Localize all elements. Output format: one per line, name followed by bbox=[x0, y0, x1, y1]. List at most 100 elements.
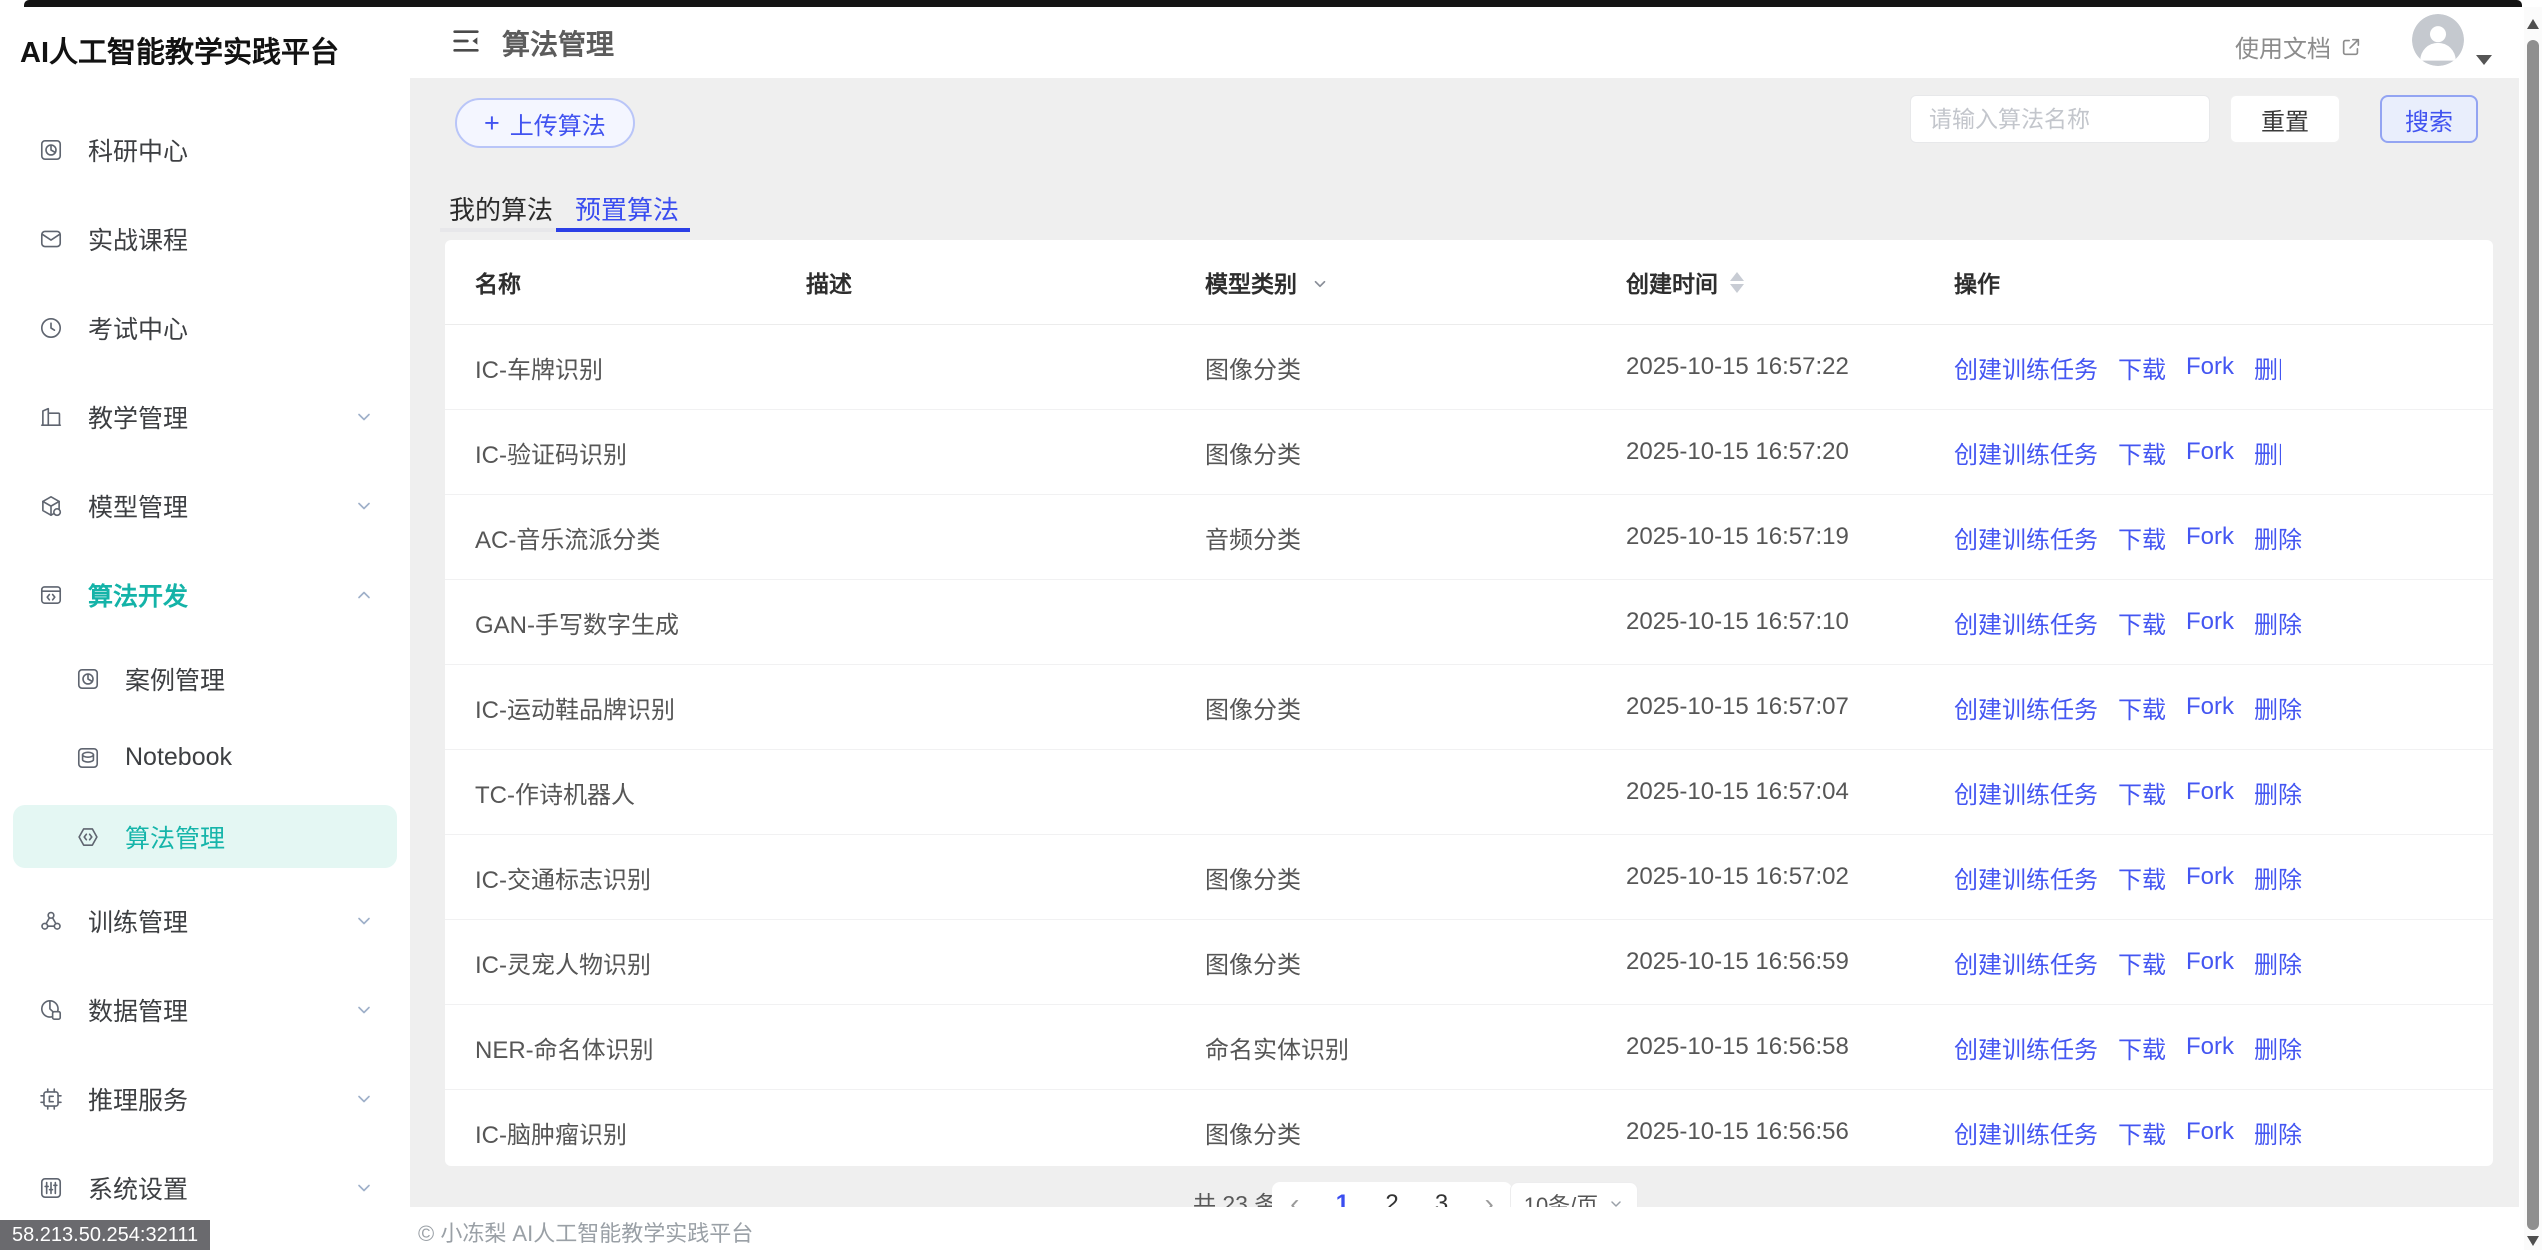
scroll-up-arrow[interactable] bbox=[2527, 19, 2539, 29]
next-page-button[interactable]: › bbox=[1485, 1188, 1494, 1207]
main-content: + 上传算法 重置 搜索 我的算法 预置算法 名称 描述 模型类别 创建时间 操… bbox=[410, 78, 2519, 1207]
create-training-task-link[interactable]: 创建训练任务 bbox=[1954, 690, 2098, 725]
sidebar-item-system-settings[interactable]: 系统设置 bbox=[0, 1143, 410, 1232]
prev-page-button[interactable]: ‹ bbox=[1290, 1188, 1299, 1207]
sidebar-item-model-management[interactable]: 模型管理 bbox=[0, 461, 410, 550]
create-training-task-link[interactable]: 创建训练任务 bbox=[1954, 1115, 2098, 1150]
download-link[interactable]: 下载 bbox=[2118, 690, 2166, 725]
fork-link[interactable]: Fork bbox=[2186, 1118, 2234, 1146]
chevron-down-icon bbox=[354, 1178, 374, 1198]
fork-link[interactable]: Fork bbox=[2186, 863, 2234, 891]
algorithm-category: 图像分类 bbox=[1205, 665, 1301, 749]
download-link[interactable]: 下载 bbox=[2118, 350, 2166, 385]
create-training-task-link[interactable]: 创建训练任务 bbox=[1954, 520, 2098, 555]
user-avatar[interactable] bbox=[2412, 14, 2464, 66]
delete-link[interactable]: 删除 bbox=[2254, 690, 2302, 725]
row-actions: 创建训练任务 下载 Fork 删除 bbox=[1954, 410, 2281, 494]
create-training-task-link[interactable]: 创建训练任务 bbox=[1954, 435, 2098, 470]
fork-link[interactable]: Fork bbox=[2186, 778, 2234, 806]
delete-link[interactable]: 删除 bbox=[2254, 775, 2302, 810]
algorithm-category: 图像分类 bbox=[1205, 920, 1301, 1004]
algorithm-name: IC-交通标志识别 bbox=[475, 835, 651, 919]
tab-my-algorithms[interactable]: 我的算法 bbox=[449, 190, 553, 227]
delete-link[interactable]: 删除 bbox=[2254, 1115, 2302, 1150]
page-title: 算法管理 bbox=[502, 23, 614, 63]
status-url-tooltip: 58.213.50.254:32111 bbox=[0, 1220, 210, 1250]
fork-link[interactable]: Fork bbox=[2186, 693, 2234, 721]
app-logo: AI人工智能教学实践平台 bbox=[20, 29, 339, 71]
delete-link[interactable]: 删除 bbox=[2254, 860, 2302, 895]
algorithm-search-input[interactable] bbox=[1910, 95, 2210, 143]
sidebar-item-algorithm-management[interactable]: 算法管理 bbox=[13, 805, 397, 868]
create-training-task-link[interactable]: 创建训练任务 bbox=[1954, 605, 2098, 640]
fork-link[interactable]: Fork bbox=[2186, 948, 2234, 976]
create-training-task-link[interactable]: 创建训练任务 bbox=[1954, 1030, 2098, 1065]
fork-link[interactable]: Fork bbox=[2186, 523, 2234, 551]
create-training-task-link[interactable]: 创建训练任务 bbox=[1954, 860, 2098, 895]
delete-link[interactable]: 删除 bbox=[2254, 605, 2302, 640]
search-button[interactable]: 搜索 bbox=[2380, 95, 2478, 143]
upload-algorithm-button[interactable]: + 上传算法 bbox=[455, 98, 635, 148]
row-actions: 创建训练任务 下载 Fork 删除 bbox=[1954, 495, 2302, 579]
delete-link[interactable]: 删除 bbox=[2254, 435, 2281, 470]
scroll-down-arrow[interactable] bbox=[2527, 1236, 2539, 1246]
page-size-select[interactable]: 10条/页 bbox=[1510, 1182, 1638, 1207]
sorter-icon bbox=[1730, 272, 1744, 293]
reset-button[interactable]: 重置 bbox=[2230, 95, 2340, 143]
sidebar-item-data-management[interactable]: 数据管理 bbox=[0, 965, 410, 1054]
fork-link[interactable]: Fork bbox=[2186, 608, 2234, 636]
download-link[interactable]: 下载 bbox=[2118, 605, 2166, 640]
sidebar-item-label: 数据管理 bbox=[88, 992, 188, 1028]
chevron-down-icon bbox=[354, 1089, 374, 1109]
column-header-created[interactable]: 创建时间 bbox=[1626, 240, 1744, 324]
page-button-3[interactable]: 3 bbox=[1435, 1190, 1448, 1207]
algorithm-name: NER-命名体识别 bbox=[475, 1005, 654, 1089]
sidebar-item-exam-center[interactable]: 考试中心 bbox=[0, 283, 410, 372]
sidebar-item-case-management[interactable]: 案例管理 bbox=[0, 639, 410, 718]
sidebar-item-teaching-management[interactable]: 教学管理 bbox=[0, 372, 410, 461]
created-time: 2025-10-15 16:56:58 bbox=[1626, 1005, 1849, 1089]
download-link[interactable]: 下载 bbox=[2118, 860, 2166, 895]
created-time: 2025-10-15 16:57:10 bbox=[1626, 580, 1849, 664]
column-header-category[interactable]: 模型类别 bbox=[1205, 240, 1329, 324]
sidebar-item-algorithm-development[interactable]: 算法开发 bbox=[0, 550, 410, 639]
sidebar-fold-icon[interactable] bbox=[450, 25, 482, 57]
algorithm-name: IC-验证码识别 bbox=[475, 410, 627, 494]
create-training-task-link[interactable]: 创建训练任务 bbox=[1954, 945, 2098, 980]
page-button-2[interactable]: 2 bbox=[1385, 1190, 1398, 1207]
tab-active-ink-bar bbox=[556, 228, 690, 232]
sidebar-item-research-center[interactable]: 科研中心 bbox=[0, 105, 410, 194]
download-link[interactable]: 下载 bbox=[2118, 435, 2166, 470]
avatar-dropdown-caret[interactable] bbox=[2476, 55, 2492, 65]
app-window: AI人工智能教学实践平台 科研中心 实战课程 考试中心 教学管理 bbox=[0, 0, 2542, 1250]
sidebar-item-notebook[interactable]: Notebook bbox=[0, 718, 410, 797]
fork-link[interactable]: Fork bbox=[2186, 438, 2234, 466]
docs-link[interactable]: 使用文档 bbox=[2235, 29, 2362, 64]
download-link[interactable]: 下载 bbox=[2118, 945, 2166, 980]
vertical-scrollbar[interactable] bbox=[2524, 7, 2542, 1250]
create-training-task-link[interactable]: 创建训练任务 bbox=[1954, 350, 2098, 385]
sidebar-item-training-management[interactable]: 训练管理 bbox=[0, 876, 410, 965]
algorithm-name: AC-音乐流派分类 bbox=[475, 495, 660, 579]
download-link[interactable]: 下载 bbox=[2118, 520, 2166, 555]
delete-link[interactable]: 删除 bbox=[2254, 1030, 2302, 1065]
delete-link[interactable]: 删除 bbox=[2254, 520, 2302, 555]
fork-link[interactable]: Fork bbox=[2186, 353, 2234, 381]
sidebar-item-practical-courses[interactable]: 实战课程 bbox=[0, 194, 410, 283]
sidebar-item-inference-service[interactable]: 推理服务 bbox=[0, 1054, 410, 1143]
delete-link[interactable]: 删除 bbox=[2254, 350, 2281, 385]
fork-link[interactable]: Fork bbox=[2186, 1033, 2234, 1061]
sidebar-item-label: 训练管理 bbox=[88, 903, 188, 939]
tab-preset-algorithms[interactable]: 预置算法 bbox=[575, 190, 679, 227]
cluster-icon bbox=[38, 908, 64, 934]
create-training-task-link[interactable]: 创建训练任务 bbox=[1954, 775, 2098, 810]
delete-link[interactable]: 删除 bbox=[2254, 945, 2302, 980]
created-time: 2025-10-15 16:57:04 bbox=[1626, 750, 1849, 834]
download-link[interactable]: 下载 bbox=[2118, 1115, 2166, 1150]
download-link[interactable]: 下载 bbox=[2118, 775, 2166, 810]
scrollbar-thumb[interactable] bbox=[2527, 40, 2539, 1230]
data-pie-icon bbox=[38, 997, 64, 1023]
page-button-1[interactable]: 1 bbox=[1336, 1190, 1349, 1207]
download-link[interactable]: 下载 bbox=[2118, 1030, 2166, 1065]
pagination-total: 共 23 条 bbox=[1193, 1182, 1277, 1207]
